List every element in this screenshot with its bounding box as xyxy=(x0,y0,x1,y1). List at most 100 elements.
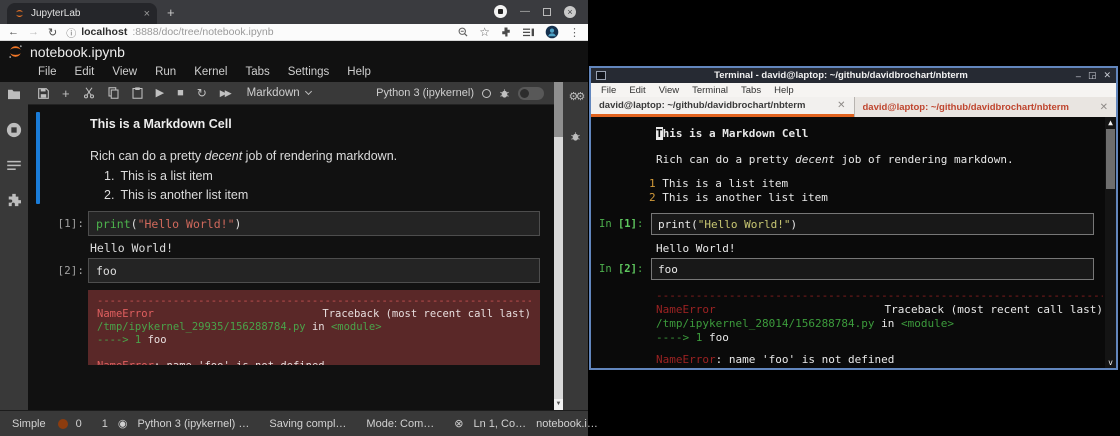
markdown-list-item[interactable]: 1.This is a list item xyxy=(104,169,213,183)
terminal-menu-terminal[interactable]: Terminal xyxy=(686,85,734,96)
add-cell-button[interactable]: + xyxy=(62,88,70,99)
profile-avatar[interactable] xyxy=(545,25,559,39)
traceback-frame: ----> 1 foo xyxy=(97,334,531,347)
kernel-name[interactable]: Python 3 (ipykernel) xyxy=(376,87,474,99)
cell1-prompt: [1]: xyxy=(28,217,84,230)
scroll-up-arrow[interactable]: ▲ xyxy=(1105,118,1116,127)
terminal-maximize-icon[interactable]: ◲ xyxy=(1088,70,1097,81)
nbterm-markdown-paragraph: Rich can do a pretty decent job of rende… xyxy=(656,153,1014,166)
cell1-input[interactable]: print("Hello World!") xyxy=(88,211,540,236)
copy-cells-button[interactable] xyxy=(108,87,119,99)
notifications-icon[interactable]: ⊗ xyxy=(454,417,463,430)
notebook-panel: + ▶ ■ ↻ ▶▶ Markdown Python 3 (i xyxy=(28,82,554,410)
debugger-toggle[interactable] xyxy=(518,87,544,100)
nbterm-cell1-input[interactable]: print("Hello World!") xyxy=(651,213,1094,235)
stop-kernel-button[interactable]: ■ xyxy=(177,88,184,99)
debugger-sidebar-icon[interactable] xyxy=(570,131,581,142)
terminal-close-icon[interactable]: ✕ xyxy=(1103,70,1111,81)
reading-list-icon[interactable] xyxy=(522,27,535,38)
close-icon[interactable]: × xyxy=(564,6,576,18)
notebook-content: This is a Markdown Cell Rich can do a pr… xyxy=(28,105,554,410)
terminal-menu-edit[interactable]: Edit xyxy=(623,85,651,96)
terminal-scrollbar-thumb[interactable] xyxy=(1106,129,1115,189)
nbterm-list-item: 1 This is a list item xyxy=(649,177,788,190)
nbterm-cell2-input[interactable]: foo xyxy=(651,258,1094,280)
scroll-down-arrow[interactable]: v xyxy=(1105,358,1116,367)
terminal-titlebar[interactable]: Terminal - david@laptop: ~/github/davidb… xyxy=(591,68,1116,83)
cell2-input[interactable]: foo xyxy=(88,258,540,283)
nbterm-cell1-prompt: In [1]: xyxy=(599,218,643,230)
terminal-menu-view[interactable]: View xyxy=(653,85,685,96)
mode-indicator: Mode: Com… xyxy=(366,418,434,430)
debugger-bug-icon[interactable] xyxy=(499,88,510,99)
terminal-tab-active[interactable]: david@laptop: ~/github/davidbrochart/nbt… xyxy=(591,97,854,117)
menu-view[interactable]: View xyxy=(104,64,145,80)
run-all-button[interactable]: ▶▶ xyxy=(220,88,230,99)
browser-menu-icon[interactable]: ⋮ xyxy=(569,26,580,39)
traceback-location: /tmp/ipykernel_29935/156288784.py in <mo… xyxy=(97,321,531,334)
notebook-scrollbar[interactable]: ▼ xyxy=(554,82,563,410)
maximize-icon[interactable] xyxy=(543,8,551,16)
markdown-list-item[interactable]: 2.This is another list item xyxy=(104,188,248,202)
running-kernels-icon[interactable] xyxy=(6,122,22,138)
tab-close-icon[interactable]: ✕ xyxy=(837,100,845,111)
scrollbar-down-arrow[interactable]: ▼ xyxy=(554,399,563,410)
jupyterlab-body: + ▶ ■ ↻ ▶▶ Markdown Python 3 (i xyxy=(0,82,588,410)
jupyterlab-menubar: File Edit View Run Kernel Tabs Settings … xyxy=(0,62,588,82)
cell-type-dropdown[interactable]: Markdown xyxy=(247,87,311,99)
back-icon[interactable]: ← xyxy=(8,26,19,38)
menu-run[interactable]: Run xyxy=(147,64,184,80)
status-kernel-name[interactable]: Python 3 (ipykernel) … xyxy=(137,418,249,430)
cut-cells-button[interactable] xyxy=(83,87,95,99)
kernel-status-icon[interactable] xyxy=(482,89,491,98)
markdown-paragraph[interactable]: Rich can do a pretty decent job of rende… xyxy=(90,149,397,163)
markdown-heading[interactable]: This is a Markdown Cell xyxy=(90,117,232,131)
menu-edit[interactable]: Edit xyxy=(67,64,103,80)
toolbar-right: Python 3 (ipykernel) xyxy=(376,87,544,100)
tab-close-icon[interactable]: ✕ xyxy=(1100,102,1108,113)
tab-close-icon[interactable]: × xyxy=(144,8,150,20)
extension-manager-icon[interactable] xyxy=(7,193,21,207)
extensions-icon[interactable] xyxy=(500,26,512,38)
site-info-icon[interactable]: ⓘ xyxy=(66,25,76,40)
menu-kernel[interactable]: Kernel xyxy=(186,64,235,80)
terminal-tab-inactive[interactable]: david@laptop: ~/github/davidbrochart/nbt… xyxy=(854,97,1117,117)
browser-tab[interactable]: JupyterLab × xyxy=(7,3,157,24)
terminal-menu-file[interactable]: File xyxy=(595,85,622,96)
run-cell-button[interactable]: ▶ xyxy=(156,88,164,99)
nbterm-screen[interactable]: This is a Markdown Cell Rich can do a pr… xyxy=(591,117,1116,368)
line-col-indicator[interactable]: Ln 1, Co… xyxy=(474,418,527,430)
new-tab-button[interactable]: + xyxy=(167,5,175,20)
url-host: localhost xyxy=(81,26,127,38)
terminal-scrollbar[interactable]: ▲ v xyxy=(1105,117,1116,368)
error-output: ----------------------------------------… xyxy=(88,290,540,365)
kernels-count[interactable]: 1 xyxy=(102,418,108,430)
url-field[interactable]: ⓘ localhost :8888/doc/tree/notebook.ipynb xyxy=(66,25,448,40)
terminal-menu-tabs[interactable]: Tabs xyxy=(735,85,767,96)
property-inspector-icon[interactable]: ⚙⚙ xyxy=(569,90,583,103)
file-browser-icon[interactable] xyxy=(7,88,21,100)
menu-help[interactable]: Help xyxy=(339,64,379,80)
right-sidebar: ⚙⚙ xyxy=(563,82,588,410)
menu-file[interactable]: File xyxy=(30,64,65,80)
left-sidebar xyxy=(0,82,28,410)
forward-icon[interactable]: → xyxy=(28,26,39,38)
table-of-contents-icon[interactable] xyxy=(7,160,21,171)
menu-settings[interactable]: Settings xyxy=(280,64,338,80)
save-button[interactable] xyxy=(38,88,49,99)
bookmark-star-icon[interactable]: ☆ xyxy=(479,25,490,39)
restart-kernel-button[interactable]: ↻ xyxy=(197,88,207,99)
zoom-icon[interactable] xyxy=(457,26,469,38)
minimize-icon[interactable]: — xyxy=(520,7,530,17)
terminals-count[interactable]: 0 xyxy=(76,418,82,430)
notebook-toolbar: + ▶ ■ ↻ ▶▶ Markdown Python 3 (i xyxy=(28,82,554,105)
url-path: :8888/doc/tree/notebook.ipynb xyxy=(132,26,273,38)
terminal-minimize-icon[interactable]: – xyxy=(1076,71,1081,81)
media-control-icon[interactable] xyxy=(494,5,507,18)
terminal-menu-help[interactable]: Help xyxy=(768,85,800,96)
paste-cells-button[interactable] xyxy=(132,87,143,99)
scrollbar-thumb[interactable] xyxy=(554,82,563,137)
reload-icon[interactable]: ↻ xyxy=(48,26,57,39)
menu-tabs[interactable]: Tabs xyxy=(237,64,277,80)
jupyter-logo-icon xyxy=(0,43,30,60)
